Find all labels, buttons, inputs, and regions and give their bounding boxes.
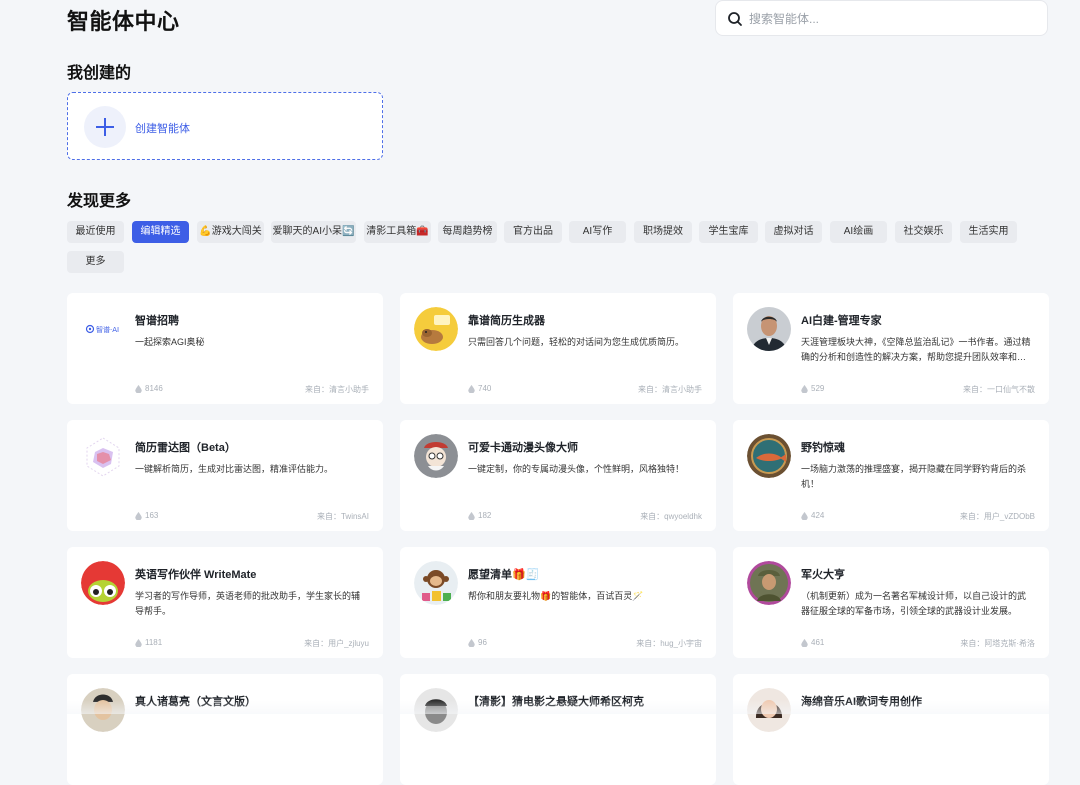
tab-life[interactable]: 生活实用: [960, 221, 1017, 243]
fire-icon: [468, 385, 475, 393]
fire-icon: [135, 385, 142, 393]
fire-icon: [801, 512, 808, 520]
zhuge-portrait-icon: [81, 688, 125, 732]
usage-count: 424: [801, 511, 824, 520]
agent-name: 愿望清单🎁🧾: [468, 569, 540, 581]
usage-count: 529: [801, 384, 824, 393]
agent-card[interactable]: 野钓惊魂 一场脑力激荡的推理盛宴，揭开隐藏在同学野钓背后的杀机！ 424 来自：…: [733, 420, 1049, 531]
tab-ai-painting[interactable]: AI绘画: [830, 221, 887, 243]
agent-desc: 天涯管理板块大神，《空降总监治乱记》一书作者。通过精确的分析和创造性的解决方案，…: [801, 337, 1031, 362]
fire-icon: [468, 639, 475, 647]
capybara-resume-icon: [414, 307, 458, 351]
tab-more[interactable]: 更多: [67, 251, 124, 273]
agent-card[interactable]: 靠谱简历生成器 只需回答几个问题，轻松的对话间为您生成优质简历。 740 来自：…: [400, 293, 716, 404]
agent-name: 靠谱简历生成器: [468, 315, 545, 327]
fire-icon: [135, 512, 142, 520]
tab-chat-ai[interactable]: 爱聊天的AI小呆🔄: [271, 221, 356, 243]
usage-count: 182: [468, 511, 491, 520]
usage-count: 740: [468, 384, 491, 393]
tab-ai-writing[interactable]: AI写作: [569, 221, 626, 243]
agent-source: 来自：TwinsAI: [316, 512, 369, 521]
agent-source: 来自：阿塔克斯·希洛: [960, 639, 1035, 648]
agent-source: 来自：用户_zjluyu: [304, 639, 369, 648]
agent-name: 海绵音乐AI歌词专用创作: [801, 696, 922, 708]
tab-game-challenge[interactable]: 💪游戏大闯关: [197, 221, 264, 243]
agent-card[interactable]: 海绵音乐AI歌词专用创作: [733, 674, 1049, 785]
fire-icon: [135, 639, 142, 647]
agent-card[interactable]: 可爱卡通动漫头像大师 一键定制，你的专属动漫头像，个性鲜明，风格独特！ 182 …: [400, 420, 716, 531]
discover-title: 发现更多: [67, 193, 132, 210]
usage-count: 8146: [135, 384, 163, 393]
cartoon-avatar-icon: [414, 434, 458, 478]
agent-name: 野钓惊魂: [801, 442, 845, 454]
woman-portrait-icon: [747, 688, 791, 732]
agent-desc: 一键定制，你的专属动漫头像，个性鲜明，风格独特！: [468, 464, 685, 474]
tab-qingying-tools[interactable]: 清影工具箱🧰: [364, 221, 431, 243]
agent-desc: 帮你和朋友要礼物🎁的智能体，百试百灵🪄: [468, 591, 644, 601]
agent-name: 真人诸葛亮（文言文版）: [135, 696, 256, 708]
monkey-gifts-icon: [414, 561, 458, 605]
page-title: 智能体中心: [67, 9, 180, 34]
agent-desc: （机制更新）成为一名著名军械设计师，以自己设计的武器征服全球的军备市场，引领全球…: [801, 591, 1027, 616]
agent-source: 来自：hug_小宇宙: [636, 639, 702, 648]
agent-card[interactable]: 军火大亨 （机制更新）成为一名著名军械设计师，以自己设计的武器征服全球的军备市场…: [733, 547, 1049, 658]
man-portrait-icon: [747, 307, 791, 351]
tab-student[interactable]: 学生宝库: [699, 221, 758, 243]
usage-count: 96: [468, 638, 487, 647]
fishing-badge-icon: [747, 434, 791, 478]
agent-card[interactable]: 真人诸葛亮（文言文版）: [67, 674, 383, 785]
search-input[interactable]: [749, 8, 1029, 30]
agent-source: 来自：清言小助手: [638, 385, 702, 394]
plus-icon: [84, 106, 126, 148]
tab-virtual-chat[interactable]: 虚拟对话: [765, 221, 822, 243]
create-agent-button[interactable]: 创建智能体: [67, 92, 383, 160]
frog-mascot-icon: [81, 561, 125, 605]
agent-card[interactable]: 简历雷达图（Beta） 一键解析简历，生成对比雷达图，精准评估能力。 163 来…: [67, 420, 383, 531]
tab-workplace[interactable]: 职场提效: [634, 221, 692, 243]
agent-desc: 一键解析简历，生成对比雷达图，精准评估能力。: [135, 464, 334, 474]
agent-name: 军火大亨: [801, 569, 845, 581]
agent-card[interactable]: 愿望清单🎁🧾 帮你和朋友要礼物🎁的智能体，百试百灵🪄 96 来自：hug_小宇宙: [400, 547, 716, 658]
agent-name: 智谱招聘: [135, 315, 179, 327]
tab-recent[interactable]: 最近使用: [67, 221, 124, 243]
tab-editor-picks[interactable]: 编辑精选: [132, 221, 189, 243]
zhipu-logo-icon: 智谱·AI: [81, 307, 125, 351]
agent-source: 来自：用户_vZDObB: [959, 512, 1035, 521]
agent-desc: 只需回答几个问题，轻松的对话间为您生成优质简历。: [468, 337, 685, 347]
agent-card[interactable]: 【清影】猜电影之悬疑大师希区柯克: [400, 674, 716, 785]
fire-icon: [468, 512, 475, 520]
soldier-portrait-icon: [747, 561, 791, 605]
agent-source: 来自：清言小助手: [305, 385, 369, 394]
agent-name: 可爱卡通动漫头像大师: [468, 442, 578, 454]
usage-count: 1181: [135, 638, 162, 647]
usage-count: 461: [801, 638, 824, 647]
create-agent-label: 创建智能体: [135, 123, 190, 135]
tab-weekly-trends[interactable]: 每周趋势榜: [438, 221, 497, 243]
agent-desc: 学习者的写作导师，英语老师的批改助手，学生家长的辅导帮手。: [135, 591, 361, 616]
agent-source: 来自：qwyoeldhk: [640, 512, 702, 521]
agent-card[interactable]: 英语写作伙伴 WriteMate 学习者的写作导师，英语老师的批改助手，学生家长…: [67, 547, 383, 658]
agent-card[interactable]: 智谱·AI 智谱招聘 一起探索AGI奥秘 8146 来自：清言小助手: [67, 293, 383, 404]
usage-count: 163: [135, 511, 158, 520]
agent-card[interactable]: AI白建-管理专家 天涯管理板块大神，《空降总监治乱记》一书作者。通过精确的分析…: [733, 293, 1049, 404]
agent-desc: 一起探索AGI奥秘: [135, 337, 205, 347]
search-icon: [727, 11, 743, 32]
fire-icon: [801, 639, 808, 647]
hitchcock-portrait-icon: [414, 688, 458, 732]
fire-icon: [801, 385, 808, 393]
agent-name: 【清影】猜电影之悬疑大师希区柯克: [468, 696, 644, 708]
tab-official[interactable]: 官方出品: [504, 221, 562, 243]
agent-name: 简历雷达图（Beta）: [135, 442, 236, 454]
search-box[interactable]: [715, 0, 1048, 36]
agent-desc: 一场脑力激荡的推理盛宴，揭开隐藏在同学野钓背后的杀机！: [801, 464, 1027, 489]
radar-chart-icon: [81, 434, 125, 478]
agent-source: 来自：一口仙气不散: [963, 385, 1035, 394]
svg-text:智谱·AI: 智谱·AI: [96, 325, 119, 334]
tab-social[interactable]: 社交娱乐: [895, 221, 952, 243]
agent-name: AI白建-管理专家: [801, 315, 882, 327]
my-agents-title: 我创建的: [67, 65, 132, 82]
agent-name: 英语写作伙伴 WriteMate: [135, 569, 257, 581]
